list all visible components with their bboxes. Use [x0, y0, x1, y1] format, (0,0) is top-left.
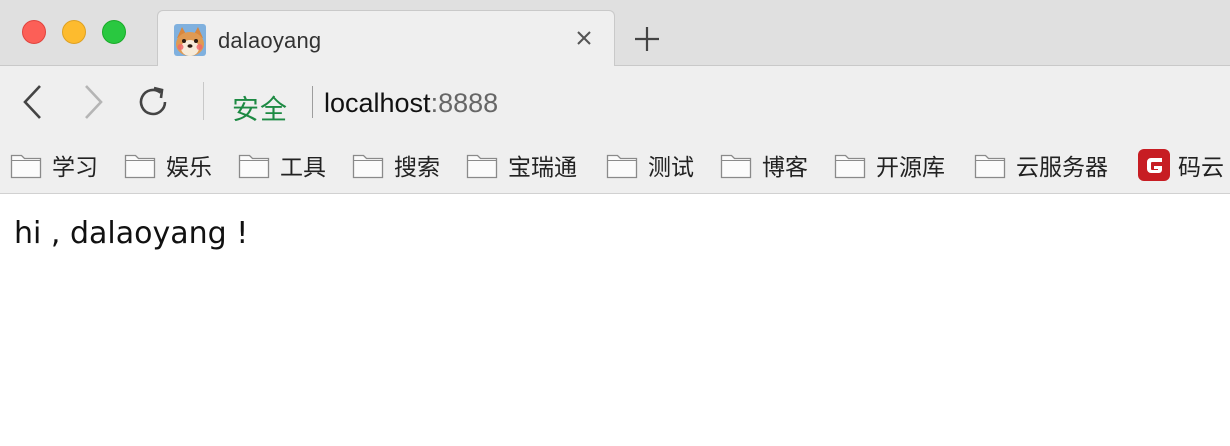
folder-icon — [466, 154, 498, 179]
bookmark-label: 测试 — [648, 155, 694, 181]
folder-icon — [834, 154, 866, 179]
url-port: :8888 — [430, 88, 499, 118]
window-close-button[interactable] — [22, 20, 46, 44]
bookmark-label: 工具 — [280, 155, 326, 181]
bookmarks-bar: 学习 娱乐 工具 搜索 宝瑞通 测试 博客 开源库 云服务器 码云 — [0, 136, 1230, 194]
url-text[interactable]: localhost:8888 — [324, 88, 498, 119]
bookmark-folder-search[interactable]: 搜索 — [352, 146, 440, 184]
close-icon — [577, 31, 591, 45]
navigation-toolbar: 安全 localhost:8888 — [0, 66, 1230, 136]
window-minimize-button[interactable] — [62, 20, 86, 44]
folder-icon — [124, 154, 156, 179]
security-indicator[interactable]: 安全 — [232, 88, 288, 127]
folder-icon — [10, 154, 42, 179]
chevron-left-icon — [23, 85, 41, 119]
bookmark-label: 博客 — [762, 155, 808, 181]
bookmark-label: 码云 — [1178, 155, 1224, 181]
chevron-right-icon — [85, 85, 103, 119]
greeting-text: hi , dalaoyang ! — [14, 216, 249, 251]
window-maximize-button[interactable] — [102, 20, 126, 44]
url-host: localhost — [324, 88, 431, 118]
tab-dalaoyang[interactable]: dalaoyang — [157, 10, 615, 67]
shiba-dog-favicon-icon — [174, 24, 206, 56]
forward-button[interactable] — [74, 83, 112, 121]
gitee-logo-icon — [1138, 149, 1170, 181]
reload-button[interactable] — [134, 83, 172, 121]
folder-icon — [352, 154, 384, 179]
reload-icon — [139, 86, 167, 116]
bookmark-gitee[interactable]: 码云 — [1138, 146, 1224, 184]
toolbar-divider — [203, 82, 204, 120]
bookmark-folder-blog[interactable]: 博客 — [720, 146, 808, 184]
bookmark-label: 学习 — [52, 155, 98, 181]
tab-close-button[interactable] — [570, 24, 598, 52]
folder-icon — [238, 154, 270, 179]
folder-icon — [606, 154, 638, 179]
bookmark-label: 云服务器 — [1016, 155, 1108, 181]
bookmark-folder-cloud-server[interactable]: 云服务器 — [974, 146, 1108, 184]
address-bar[interactable]: 安全 localhost:8888 — [220, 80, 1216, 127]
folder-icon — [974, 154, 1006, 179]
tab-title: dalaoyang — [218, 28, 322, 53]
bookmark-folder-test[interactable]: 测试 — [606, 146, 694, 184]
bookmark-folder-baoruitong[interactable]: 宝瑞通 — [466, 146, 577, 184]
bookmark-label: 宝瑞通 — [508, 155, 577, 181]
bookmark-label: 开源库 — [876, 155, 945, 181]
bookmark-label: 搜索 — [394, 155, 440, 181]
back-button[interactable] — [14, 83, 52, 121]
new-tab-button[interactable] — [630, 22, 664, 56]
bookmark-label: 娱乐 — [166, 155, 212, 181]
title-bar: dalaoyang — [0, 0, 1230, 67]
page-content: hi , dalaoyang ! — [0, 195, 1230, 446]
bookmark-folder-study[interactable]: 学习 — [10, 146, 98, 184]
bookmark-folder-open-source[interactable]: 开源库 — [834, 146, 945, 184]
bookmark-folder-tools[interactable]: 工具 — [238, 146, 326, 184]
folder-icon — [720, 154, 752, 179]
plus-icon — [635, 27, 659, 51]
address-separator — [312, 86, 313, 118]
bookmark-folder-entertainment[interactable]: 娱乐 — [124, 146, 212, 184]
